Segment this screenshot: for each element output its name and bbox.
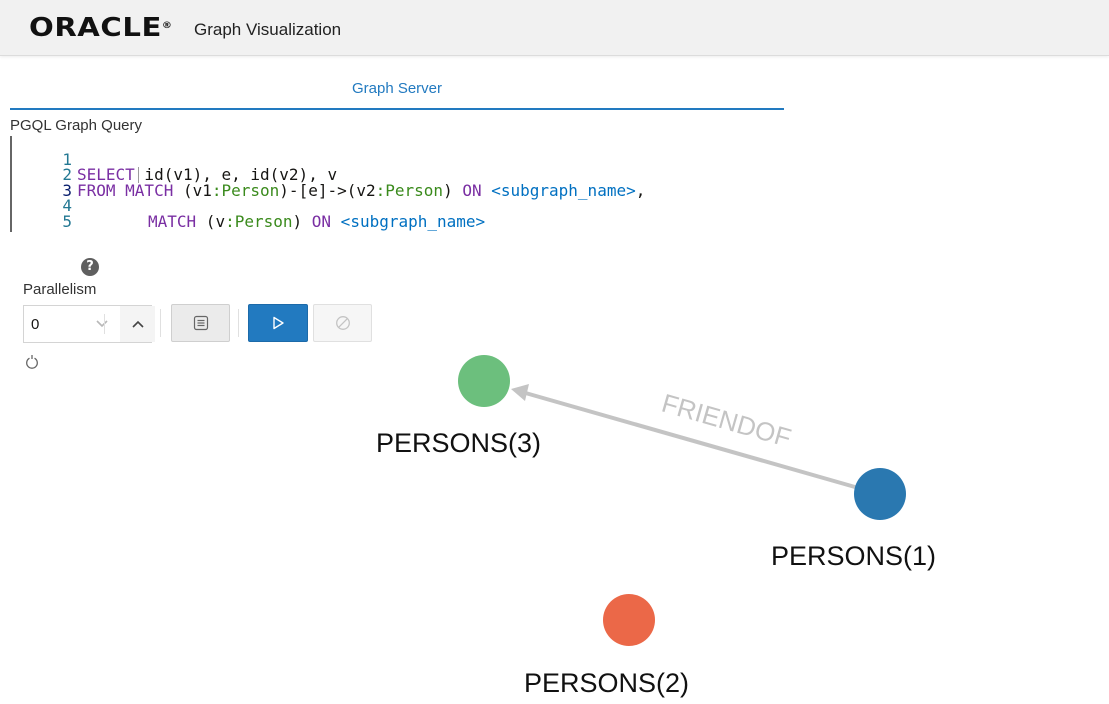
edge-arrowhead [511, 384, 529, 401]
node-label-persons-3: PERSONS(3) [376, 428, 542, 458]
graph-node-persons-3[interactable] [458, 355, 510, 407]
graph-edge-friendof[interactable]: FRIENDOF [511, 384, 856, 489]
node-label-persons-2: PERSONS(2) [524, 668, 690, 698]
graph-node-persons-2[interactable] [603, 594, 655, 646]
edge-label: FRIENDOF [658, 388, 794, 453]
node-label-persons-1: PERSONS(1) [771, 541, 937, 571]
graph-canvas: FRIENDOF [458, 355, 906, 646]
graph-node-persons-1[interactable] [854, 468, 906, 520]
